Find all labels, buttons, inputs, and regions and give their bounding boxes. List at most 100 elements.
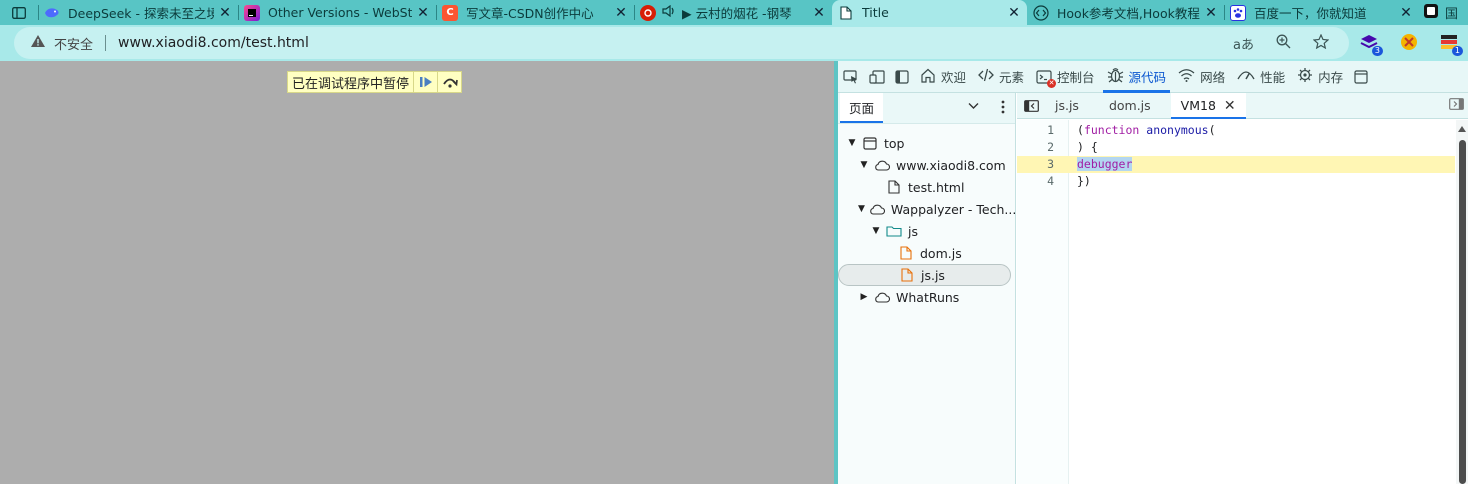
browser-tab-strip: DeepSeek - 探索未至之境 ✕ Other Versions - Web… — [0, 0, 1468, 25]
line-number[interactable]: 4 — [1017, 173, 1054, 190]
tab-network[interactable]: 网络 — [1172, 61, 1231, 93]
browser-tab-webstorm[interactable]: Other Versions - WebStorm ✕ — [238, 0, 436, 25]
tree-item-www-xiaodi8-com[interactable]: ▼ www.xiaodi8.com — [838, 154, 1015, 176]
tree-item-top[interactable]: ▼ top — [838, 132, 1015, 154]
close-icon[interactable]: ✕ — [416, 5, 430, 21]
code-line[interactable]: 4 }) — [1017, 173, 1455, 190]
code-area[interactable]: 1 (function anonymous( 2 ) { 3 debugger … — [1017, 120, 1468, 484]
tab-page[interactable]: 页面 — [840, 93, 884, 123]
elements-icon — [978, 68, 994, 85]
inspect-element-icon[interactable] — [838, 61, 864, 93]
speaker-icon[interactable] — [662, 4, 676, 20]
tab-title: Other Versions - WebStorm — [268, 5, 412, 20]
extension-icons: 3 1 — [1358, 31, 1463, 56]
browser-tab-hook-docs[interactable]: Hook参考文档,Hook教程 ✕ — [1027, 0, 1224, 25]
expanded-arrow-icon[interactable]: ▼ — [870, 226, 882, 236]
close-icon[interactable]: ✕ — [218, 5, 232, 21]
tree-item-dom-js[interactable]: dom.js — [838, 242, 1015, 264]
line-number[interactable]: 2 — [1017, 139, 1054, 156]
browser-tab-music[interactable]: ▶ 云村的烟花 -钢琴 ✕ — [634, 0, 832, 25]
tree-item-label: www.xiaodi8.com — [896, 157, 1006, 173]
expanded-arrow-icon[interactable]: ▼ — [858, 160, 870, 170]
tab-sources[interactable]: 源代码 — [1101, 61, 1173, 93]
editor-tab-js-js[interactable]: js.js — [1045, 93, 1089, 119]
code-text: (function anonymous( — [1077, 123, 1216, 137]
favorite-star-icon[interactable] — [1312, 33, 1330, 53]
browser-toolbar: 不安全 www.xiaodi8.com/test.html aあ — [0, 25, 1468, 61]
tab-elements[interactable]: 元素 — [972, 61, 1030, 93]
tab-memory[interactable]: 内存 — [1291, 61, 1349, 93]
tabstrip-overflow: 国 — [1419, 0, 1458, 25]
url-text[interactable]: www.xiaodi8.com/test.html — [118, 35, 309, 51]
extension-badge: 1 — [1451, 46, 1463, 56]
bug-icon — [1107, 67, 1124, 86]
close-icon[interactable]: ✕ — [1007, 5, 1021, 21]
js-file-icon — [898, 245, 914, 261]
browser-tab-title-active[interactable]: Title ✕ — [832, 0, 1027, 25]
tab-title: Title — [862, 5, 889, 20]
overflow-tab-icon[interactable]: 国 — [1445, 3, 1458, 22]
toggle-debugger-sidebar-icon[interactable] — [1449, 98, 1464, 113]
code-text: ) { — [1077, 140, 1098, 154]
tree-item-js-js[interactable]: js.js — [838, 264, 1011, 286]
cloud-icon — [874, 289, 890, 305]
application-icon[interactable] — [1349, 61, 1373, 93]
code-line[interactable]: 1 (function anonymous( — [1017, 122, 1455, 139]
resume-icon[interactable] — [413, 72, 437, 92]
app-icon[interactable] — [1423, 3, 1439, 22]
close-icon[interactable]: ✕ — [1399, 5, 1413, 21]
device-emulation-icon[interactable] — [864, 61, 890, 93]
browser-tab-deepseek[interactable]: DeepSeek - 探索未至之境 ✕ — [38, 0, 238, 25]
baidu-icon — [1230, 4, 1246, 21]
close-icon[interactable]: ✕ — [1224, 98, 1236, 114]
address-divider — [105, 35, 107, 51]
tree-item-js[interactable]: ▼ js — [838, 220, 1015, 242]
tree-item-whatruns[interactable]: ▶ WhatRuns — [838, 286, 1015, 308]
expanded-arrow-icon[interactable]: ▼ — [858, 204, 865, 214]
editor-tab-label: dom.js — [1108, 98, 1151, 113]
tree-item-label: WhatRuns — [896, 289, 960, 305]
expanded-arrow-icon[interactable]: ▼ — [846, 138, 858, 148]
warning-icon[interactable] — [30, 34, 46, 52]
close-icon[interactable]: ✕ — [614, 5, 628, 21]
zoom-icon[interactable] — [1276, 34, 1291, 53]
paused-code-line[interactable]: 3 debugger — [1017, 156, 1455, 173]
tree-item-test-html[interactable]: test.html — [838, 176, 1015, 198]
address-bar[interactable]: 不安全 www.xiaodi8.com/test.html aあ — [14, 27, 1349, 59]
line-number[interactable]: 1 — [1017, 122, 1054, 139]
more-options-icon[interactable] — [1001, 100, 1005, 118]
tree-item-label: test.html — [908, 179, 965, 195]
toggle-navigator-icon[interactable] — [1017, 99, 1045, 112]
tree-item-label: js — [908, 223, 918, 239]
insecure-label[interactable]: 不安全 — [54, 34, 93, 53]
step-over-icon[interactable] — [437, 72, 461, 92]
webstorm-icon — [244, 4, 260, 21]
whatruns-icon[interactable] — [1398, 31, 1420, 53]
close-icon[interactable]: ✕ — [812, 5, 826, 21]
editor-tab-vm18[interactable]: VM18 ✕ — [1170, 92, 1246, 119]
code-text: debugger — [1077, 156, 1133, 173]
ext-stripes-icon[interactable]: 1 — [1438, 31, 1463, 56]
vertical-scrollbar[interactable] — [1456, 120, 1468, 484]
frame-icon — [862, 135, 878, 151]
tab-performance[interactable]: 性能 — [1231, 61, 1291, 93]
tab-console[interactable]: ✕ 控制台 — [1030, 61, 1101, 93]
tab-welcome[interactable]: 欢迎 — [914, 61, 972, 93]
wappalyzer-icon[interactable]: 3 — [1358, 31, 1383, 56]
scrollbar-thumb[interactable] — [1459, 140, 1466, 484]
read-aloud-icon[interactable]: aあ — [1233, 34, 1254, 53]
line-number[interactable]: 3 — [1017, 156, 1054, 173]
deepseek-icon — [44, 5, 60, 21]
tree-item-wappalyzer-tech[interactable]: ▼ Wappalyzer - Tech... — [838, 198, 1016, 220]
dock-side-icon[interactable] — [890, 61, 914, 93]
chevron-down-icon[interactable] — [968, 99, 979, 113]
tab-title: Hook参考文档,Hook教程 — [1057, 6, 1200, 21]
sidebar-toggle-icon[interactable] — [0, 0, 38, 25]
collapsed-arrow-icon[interactable]: ▶ — [858, 292, 870, 302]
code-line[interactable]: 2 ) { — [1017, 139, 1455, 156]
browser-tab-baidu[interactable]: 百度一下，你就知道 ✕ — [1224, 0, 1419, 25]
browser-tab-csdn[interactable]: C 写文章-CSDN创作中心 ✕ — [436, 0, 634, 25]
close-icon[interactable]: ✕ — [1204, 5, 1218, 21]
editor-tab-dom-js[interactable]: dom.js — [1099, 93, 1161, 119]
scroll-up-icon[interactable] — [1458, 126, 1466, 132]
